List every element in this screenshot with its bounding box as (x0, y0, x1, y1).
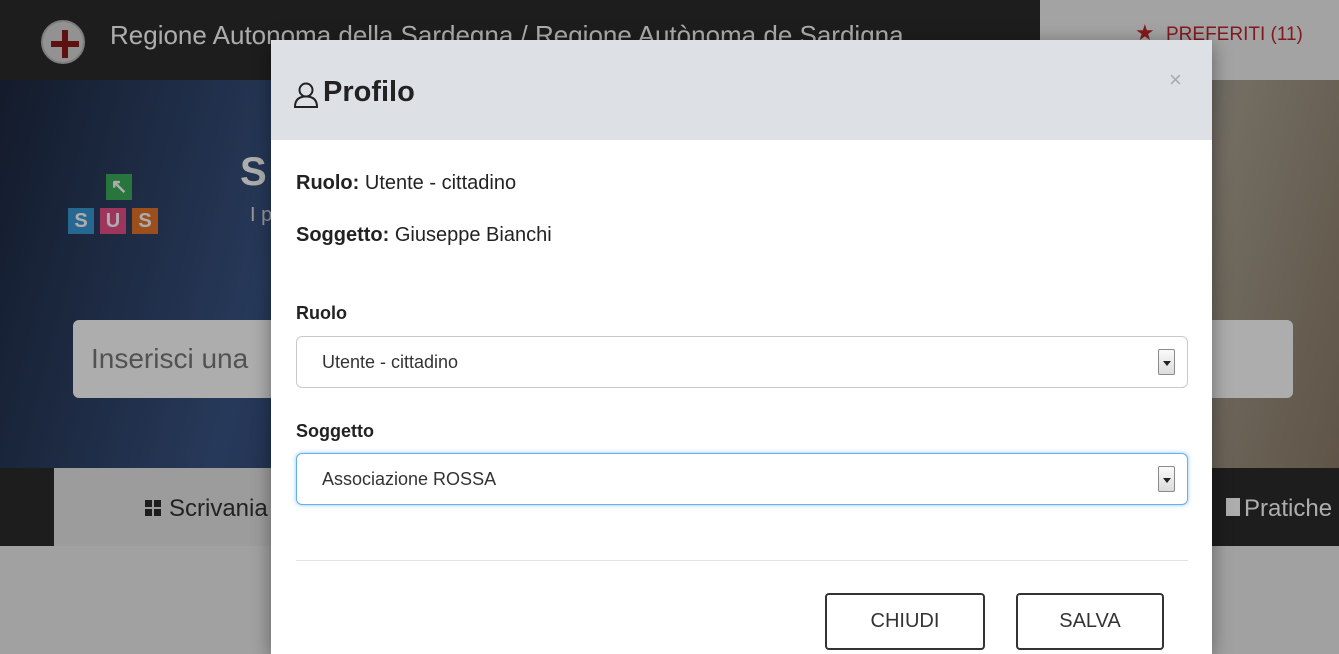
user-icon (293, 82, 319, 108)
current-role-label: Ruolo: (296, 172, 360, 194)
subject-field-label: Soggetto (296, 421, 374, 441)
footer-divider (296, 560, 1188, 561)
modal-header: Profilo × (271, 40, 1212, 140)
save-button[interactable]: SALVA (1016, 593, 1164, 650)
role-select[interactable]: Utente - cittadino (296, 336, 1188, 388)
current-subject-info: Soggetto: Giuseppe Bianchi (296, 224, 552, 247)
current-subject-label: Soggetto: (296, 224, 390, 246)
role-select-value: Utente - cittadino (322, 352, 459, 372)
current-role-value: Utente - cittadino (364, 172, 517, 194)
modal-title: Profilo (323, 76, 415, 108)
role-field-label: Ruolo (296, 303, 347, 323)
subject-select-value: Associazione ROSSA (322, 469, 497, 489)
close-button[interactable]: CHIUDI (825, 593, 985, 650)
close-icon[interactable]: × (1169, 69, 1182, 91)
chevron-down-icon[interactable] (1158, 466, 1175, 492)
current-subject-value: Giuseppe Bianchi (394, 224, 552, 246)
profile-modal: Profilo × Ruolo: Utente - cittadino Sogg… (271, 40, 1212, 654)
chevron-down-icon[interactable] (1158, 349, 1175, 375)
subject-select[interactable]: Associazione ROSSA (296, 453, 1188, 505)
current-role-info: Ruolo: Utente - cittadino (296, 172, 516, 195)
